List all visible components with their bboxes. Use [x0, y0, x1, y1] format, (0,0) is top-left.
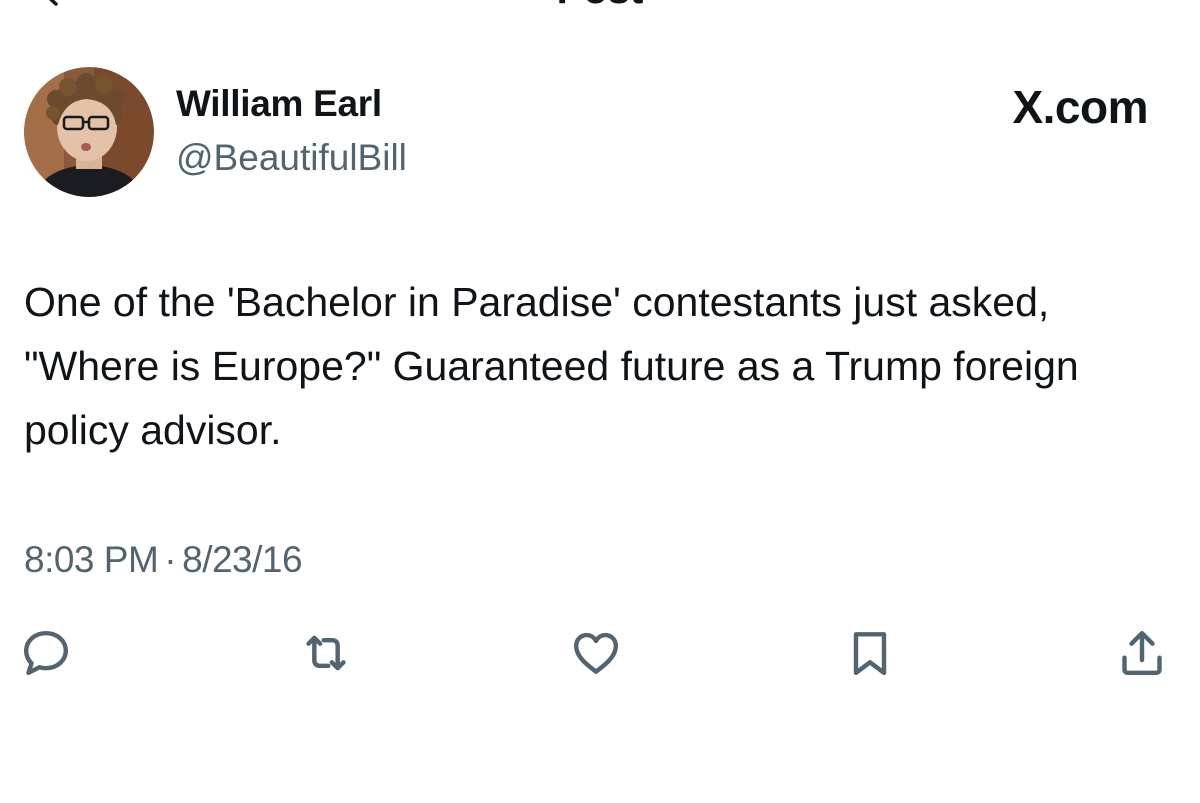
- tweet-date: 8/23/16: [182, 539, 303, 580]
- share-button[interactable]: [1112, 625, 1172, 685]
- like-icon: [568, 625, 624, 686]
- reply-button[interactable]: [16, 625, 76, 685]
- reply-icon: [18, 625, 74, 686]
- tweet-timestamp[interactable]: 8:03 PM · 8/23/16: [24, 538, 303, 582]
- bookmark-icon: [842, 625, 898, 686]
- author-handle[interactable]: @BeautifulBill: [176, 136, 407, 180]
- tweet-text: One of the 'Bachelor in Paradise' contes…: [24, 279, 1079, 453]
- avatar[interactable]: [24, 67, 154, 197]
- timestamp-separator: ·: [164, 539, 177, 580]
- share-icon: [1114, 625, 1170, 686]
- source-watermark: X.com: [1012, 81, 1148, 133]
- tweet-time: 8:03 PM: [24, 539, 159, 580]
- bookmark-button[interactable]: [840, 625, 900, 685]
- retweet-button[interactable]: [296, 625, 356, 685]
- tweet-action-bar: [0, 625, 1200, 685]
- retweet-icon: [298, 625, 354, 686]
- author-display-name[interactable]: William Earl: [176, 82, 382, 126]
- top-navigation-bar: Post: [0, 0, 1200, 14]
- like-button[interactable]: [566, 625, 626, 685]
- page-title: Post: [0, 0, 1200, 10]
